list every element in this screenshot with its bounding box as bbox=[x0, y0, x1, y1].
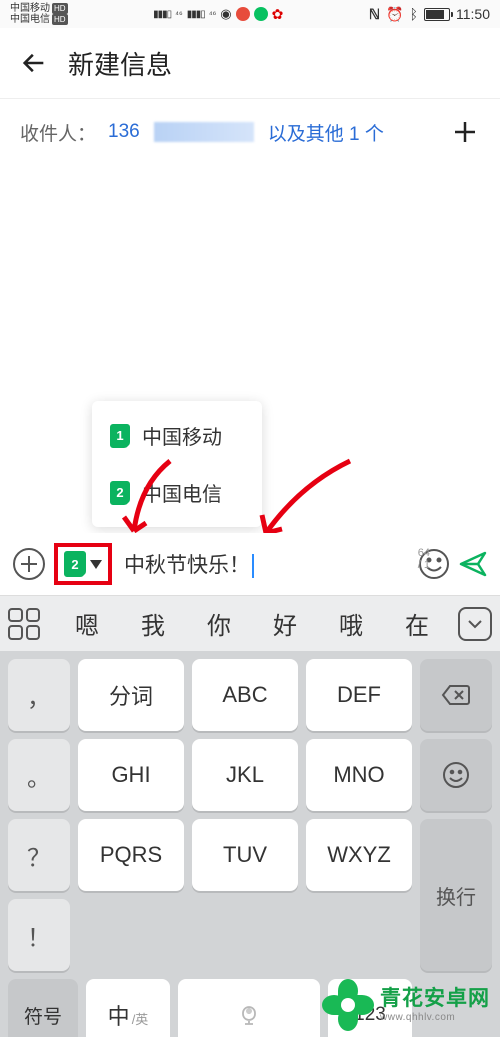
candidate-5[interactable]: 在 bbox=[405, 606, 429, 641]
sim-option-1-label: 中国移动 bbox=[142, 421, 222, 450]
send-button-icon[interactable] bbox=[458, 549, 488, 579]
candidate-1[interactable]: 我 bbox=[141, 606, 165, 641]
key-abc[interactable]: ABC bbox=[192, 659, 298, 731]
sim-option-2[interactable]: 2 中国电信 bbox=[92, 464, 262, 521]
sim-selected-badge-icon: 2 bbox=[64, 551, 86, 577]
key-jkl[interactable]: JKL bbox=[192, 739, 298, 811]
watermark-logo-icon bbox=[322, 979, 374, 1031]
status-signal-group: ▮▮▮▯ ⁴⁶ ▮▮▮▯ ⁴⁶ ◉ ✿ bbox=[153, 6, 283, 23]
signal-2-icon: ▮▮▮▯ bbox=[187, 9, 205, 20]
key-mno[interactable]: MNO bbox=[306, 739, 412, 811]
key-comma[interactable]: ， bbox=[8, 659, 70, 731]
ime-expand-icon[interactable] bbox=[458, 607, 492, 641]
battery-icon bbox=[424, 8, 450, 21]
ime-candidate-list: 嗯 我 你 好 哦 在 bbox=[54, 606, 450, 641]
key-pqrs[interactable]: PQRS bbox=[78, 819, 184, 891]
key-exclaim[interactable]: ！ bbox=[8, 899, 70, 971]
hd-badge-1: HD bbox=[52, 3, 68, 14]
net-1: ⁴⁶ bbox=[175, 9, 183, 19]
candidate-3[interactable]: 好 bbox=[273, 606, 297, 641]
ime-keyboard: ， 分词 ABC DEF 。 GHI JKL MNO ？ PQRS TUV WX… bbox=[0, 651, 500, 979]
chevron-down-icon bbox=[90, 560, 102, 569]
carrier-1: 中国移动 bbox=[10, 3, 50, 14]
watermark-url: www.qhhlv.com bbox=[380, 1012, 490, 1024]
alarm-icon: ⏰ bbox=[386, 6, 403, 23]
recipient-label: 收件人： bbox=[20, 119, 96, 146]
recipient-more: 以及其他 1 个 bbox=[268, 119, 384, 146]
key-symbols[interactable]: 符号 bbox=[8, 979, 78, 1037]
sim-option-1[interactable]: 1 中国移动 bbox=[92, 407, 262, 464]
app-header: 新建信息 bbox=[0, 28, 500, 98]
key-wxyz[interactable]: WXYZ bbox=[306, 819, 412, 891]
char-counter: 64 / 1 bbox=[418, 547, 430, 571]
bluetooth-icon: ᛒ bbox=[410, 6, 418, 22]
key-backspace[interactable] bbox=[420, 659, 492, 731]
status-carriers: 中国移动HD 中国电信HD bbox=[10, 3, 68, 25]
key-question[interactable]: ？ bbox=[8, 819, 70, 891]
net-2: ⁴⁶ bbox=[209, 9, 217, 19]
key-period[interactable]: 。 bbox=[8, 739, 70, 811]
carrier-2: 中国电信 bbox=[10, 14, 50, 25]
candidate-4[interactable]: 哦 bbox=[339, 606, 363, 641]
sim-badge-1-icon: 1 bbox=[110, 424, 130, 448]
sim-select-button[interactable]: 2 bbox=[54, 543, 112, 585]
attach-button-icon[interactable] bbox=[12, 547, 46, 581]
key-emoji[interactable] bbox=[420, 739, 492, 811]
status-right-group: ℕ ⏰ ᛒ 11:50 bbox=[369, 6, 490, 23]
key-space[interactable] bbox=[178, 979, 320, 1037]
message-input-bar: 2 中秋节快乐！ 64 / 1 bbox=[0, 533, 500, 595]
recipient-row[interactable]: 收件人： 136 以及其他 1 个 bbox=[0, 98, 500, 169]
app-dot-red-icon bbox=[236, 7, 250, 21]
signal-1-icon: ▮▮▮▯ bbox=[153, 9, 171, 20]
message-text-input[interactable]: 中秋节快乐！ bbox=[120, 543, 410, 585]
status-bar: 中国移动HD 中国电信HD ▮▮▮▯ ⁴⁶ ▮▮▮▯ ⁴⁶ ◉ ✿ ℕ ⏰ ᛒ … bbox=[0, 0, 500, 28]
annotation-arrow-2-icon bbox=[250, 455, 360, 545]
key-enter[interactable]: 换行 bbox=[420, 819, 492, 971]
add-recipient-icon[interactable] bbox=[450, 117, 480, 147]
recipient-number: 136 bbox=[108, 121, 140, 143]
app-dot-green-icon bbox=[254, 7, 268, 21]
status-time: 11:50 bbox=[456, 6, 490, 22]
watermark-title: 青花安卓网 bbox=[380, 986, 490, 1011]
key-ghi[interactable]: GHI bbox=[78, 739, 184, 811]
key-def[interactable]: DEF bbox=[306, 659, 412, 731]
sim-badge-2-icon: 2 bbox=[110, 481, 130, 505]
nfc-icon: ℕ bbox=[369, 6, 380, 23]
message-body-area: 1 中国移动 2 中国电信 bbox=[0, 169, 500, 533]
ime-candidate-row: 嗯 我 你 好 哦 在 bbox=[0, 595, 500, 651]
hd-badge-2: HD bbox=[52, 14, 68, 25]
back-icon[interactable] bbox=[20, 49, 48, 77]
wifi-icon: ◉ bbox=[220, 6, 231, 22]
huawei-icon: ✿ bbox=[272, 6, 284, 23]
page-title: 新建信息 bbox=[68, 45, 172, 82]
ime-apps-icon[interactable] bbox=[8, 608, 40, 640]
watermark: 青花安卓网 www.qhhlv.com bbox=[322, 979, 490, 1031]
candidate-2[interactable]: 你 bbox=[207, 606, 231, 641]
sim-selector-popup: 1 中国移动 2 中国电信 bbox=[92, 401, 262, 527]
key-lang-toggle[interactable]: 中/英 bbox=[86, 979, 170, 1037]
recipient-redacted bbox=[154, 122, 254, 142]
sim-option-2-label: 中国电信 bbox=[142, 478, 222, 507]
candidate-0[interactable]: 嗯 bbox=[75, 606, 99, 641]
key-tuv[interactable]: TUV bbox=[192, 819, 298, 891]
key-fenci[interactable]: 分词 bbox=[78, 659, 184, 731]
